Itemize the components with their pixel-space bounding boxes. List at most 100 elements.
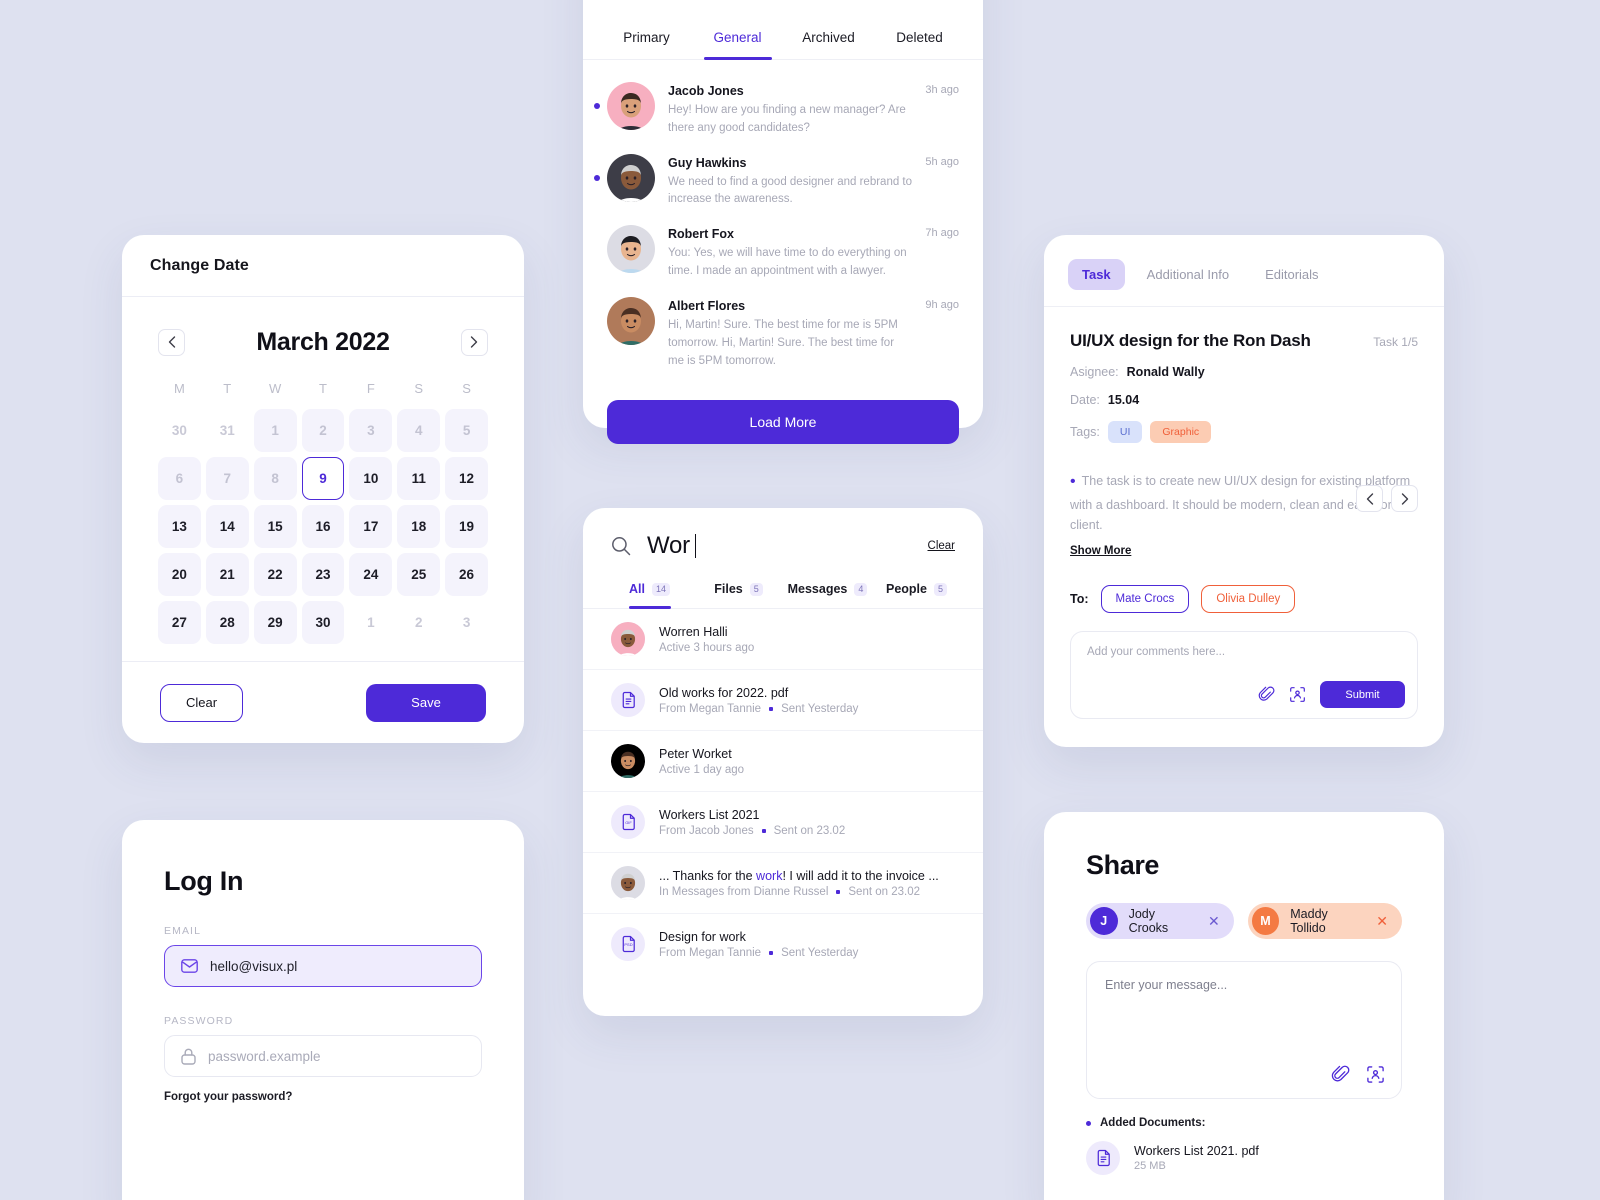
submit-button[interactable]: Submit [1320,681,1405,709]
search-input[interactable]: Wor [647,532,697,560]
calendar-day[interactable]: 11 [397,457,441,500]
tab-archived[interactable]: Archived [783,30,874,59]
calendar-day[interactable]: 26 [445,553,488,596]
paperclip-icon[interactable] [1331,1065,1350,1084]
search-result-row[interactable]: Peter Worket Active 1 day ago [583,731,983,792]
calendar-day[interactable]: 25 [397,553,441,596]
show-more-link[interactable]: Show More [1070,545,1418,557]
task-tab-task[interactable]: Task [1068,259,1125,290]
calendar-day[interactable]: 30 [301,601,345,644]
search-tab-people[interactable]: People 5 [872,570,961,608]
search-result-row[interactable]: GIF Workers List 2021 From Jacob Jones Sent… [583,792,983,853]
svg-text:PSD: PSD [624,941,632,946]
calendar-day[interactable]: 14 [205,505,249,548]
share-scan-icon[interactable] [1366,1065,1385,1084]
password-field[interactable]: password.example [164,1035,482,1077]
search-result-title: Workers List 2021 [659,807,760,822]
calendar-day[interactable]: 22 [253,553,297,596]
calendar-day[interactable]: 1 [253,409,297,452]
calendar-day[interactable]: 3 [445,601,488,644]
share-message-input[interactable]: Enter your message... [1086,961,1402,1099]
calendar-day[interactable]: 17 [349,505,393,548]
search-tab-all[interactable]: All 14 [605,570,694,608]
search-result-subtitle: Active 1 day ago [659,763,745,776]
search-tab-messages[interactable]: Messages 4 [783,570,872,608]
avatar-image [611,866,645,900]
task-tag[interactable]: Graphic [1150,421,1212,443]
task-counter: Task 1/5 [1373,335,1418,349]
share-recipient-chip[interactable]: J Jody Crooks ✕ [1086,903,1234,939]
recipients-row: To: Mate Crocs Olivia Dulley [1070,585,1418,614]
calendar-day[interactable]: 21 [205,553,249,596]
calendar-weekday: F [366,380,375,396]
close-icon[interactable]: ✕ [1376,914,1388,928]
calendar-day[interactable]: 18 [397,505,441,548]
calendar-day[interactable]: 31 [206,409,249,452]
recipient-chip[interactable]: Olivia Dulley [1201,585,1296,614]
search-result-row[interactable]: PSD Design for work From Megan Tannie Sent … [583,914,983,974]
search-result-title: Worren Halli [659,624,728,639]
calendar-day[interactable]: 9 [301,457,345,500]
tab-deleted[interactable]: Deleted [874,30,965,59]
calendar-day[interactable]: 29 [253,601,297,644]
share-recipient-chip[interactable]: M Maddy Tollido ✕ [1247,903,1402,939]
task-next-button[interactable] [1391,485,1418,512]
calendar-day[interactable]: 6 [158,457,201,500]
task-tag[interactable]: UI [1107,421,1143,443]
calendar-day[interactable]: 8 [253,457,297,500]
calendar-day[interactable]: 5 [445,409,488,452]
calendar-day[interactable]: 16 [301,505,345,548]
document-row[interactable]: Workers List 2021. pdf 25 MB [1086,1141,1402,1175]
calendar-day[interactable]: 12 [445,457,488,500]
message-row[interactable]: Albert Flores Hi, Martin! Sure. The best … [607,289,959,378]
search-result-row[interactable]: Old works for 2022. pdf From Megan Tannie… [583,670,983,731]
calendar-day[interactable]: 24 [349,553,393,596]
calendar-day[interactable]: 1 [349,601,392,644]
search-icon[interactable] [611,536,631,556]
calendar-day[interactable]: 2 [301,409,345,452]
tab-general[interactable]: General [692,30,783,59]
clear-button[interactable]: Clear [160,683,243,722]
avatar-dianne-russel [611,866,645,900]
message-row[interactable]: Robert Fox You: Yes, we will have time to… [607,217,959,289]
search-tab-files[interactable]: Files 5 [694,570,783,608]
share-scan-icon[interactable] [1289,686,1306,703]
search-clear-button[interactable]: Clear [928,540,955,552]
paperclip-icon[interactable] [1258,686,1275,703]
calendar-day[interactable]: 10 [349,457,393,500]
calendar-day[interactable]: 2 [397,601,440,644]
comment-input[interactable]: Add your comments here... Submit [1070,631,1418,720]
search-result-row[interactable]: Worren Halli Active 3 hours ago [583,609,983,670]
calendar-day[interactable]: 30 [158,409,201,452]
load-more-button[interactable]: Load More [607,400,959,445]
tab-primary[interactable]: Primary [601,30,692,59]
task-tab-editorials[interactable]: Editorials [1251,259,1332,290]
message-row[interactable]: Guy Hawkins We need to find a good design… [594,146,959,218]
calendar-day[interactable]: 4 [397,409,441,452]
login-title: Log In [164,866,244,896]
search-result-meta: Sent on 23.02 [773,824,846,837]
tags-label: Tags: [1070,425,1100,439]
recipient-chip[interactable]: Mate Crocs [1100,585,1190,614]
calendar-day[interactable]: 20 [158,553,201,596]
search-result-subtitle: From Megan Tannie [659,946,762,959]
calendar-day[interactable]: 28 [205,601,249,644]
calendar-day[interactable]: 23 [301,553,345,596]
task-prev-button[interactable] [1356,485,1383,512]
calendar-day[interactable]: 19 [445,505,488,548]
calendar-day[interactable]: 27 [158,601,201,644]
calendar-day-grid: 30 31 1 2 3 4 5 6 7 8 9 10 11 12 13 14 15 16 17 18 19 20 21 22 2… [158,409,488,644]
calendar-day[interactable]: 3 [349,409,393,452]
calendar-day[interactable]: 13 [158,505,201,548]
search-result-row[interactable]: ... Thanks for the work! I will add it t… [583,853,983,914]
calendar-day[interactable]: 15 [253,505,297,548]
message-row[interactable]: Jacob Jones Hey! How are you finding a ne… [594,74,959,146]
calendar-next-button[interactable] [460,328,488,356]
close-icon[interactable]: ✕ [1208,914,1220,928]
calendar-prev-button[interactable] [158,328,185,356]
task-tab-additional-info[interactable]: Additional Info [1133,259,1243,290]
email-field[interactable]: hello@visux.pl [164,945,482,987]
calendar-day[interactable]: 7 [205,457,249,500]
forgot-password-link[interactable]: Forgot your password? [164,1091,482,1103]
save-button[interactable]: Save [366,683,486,722]
